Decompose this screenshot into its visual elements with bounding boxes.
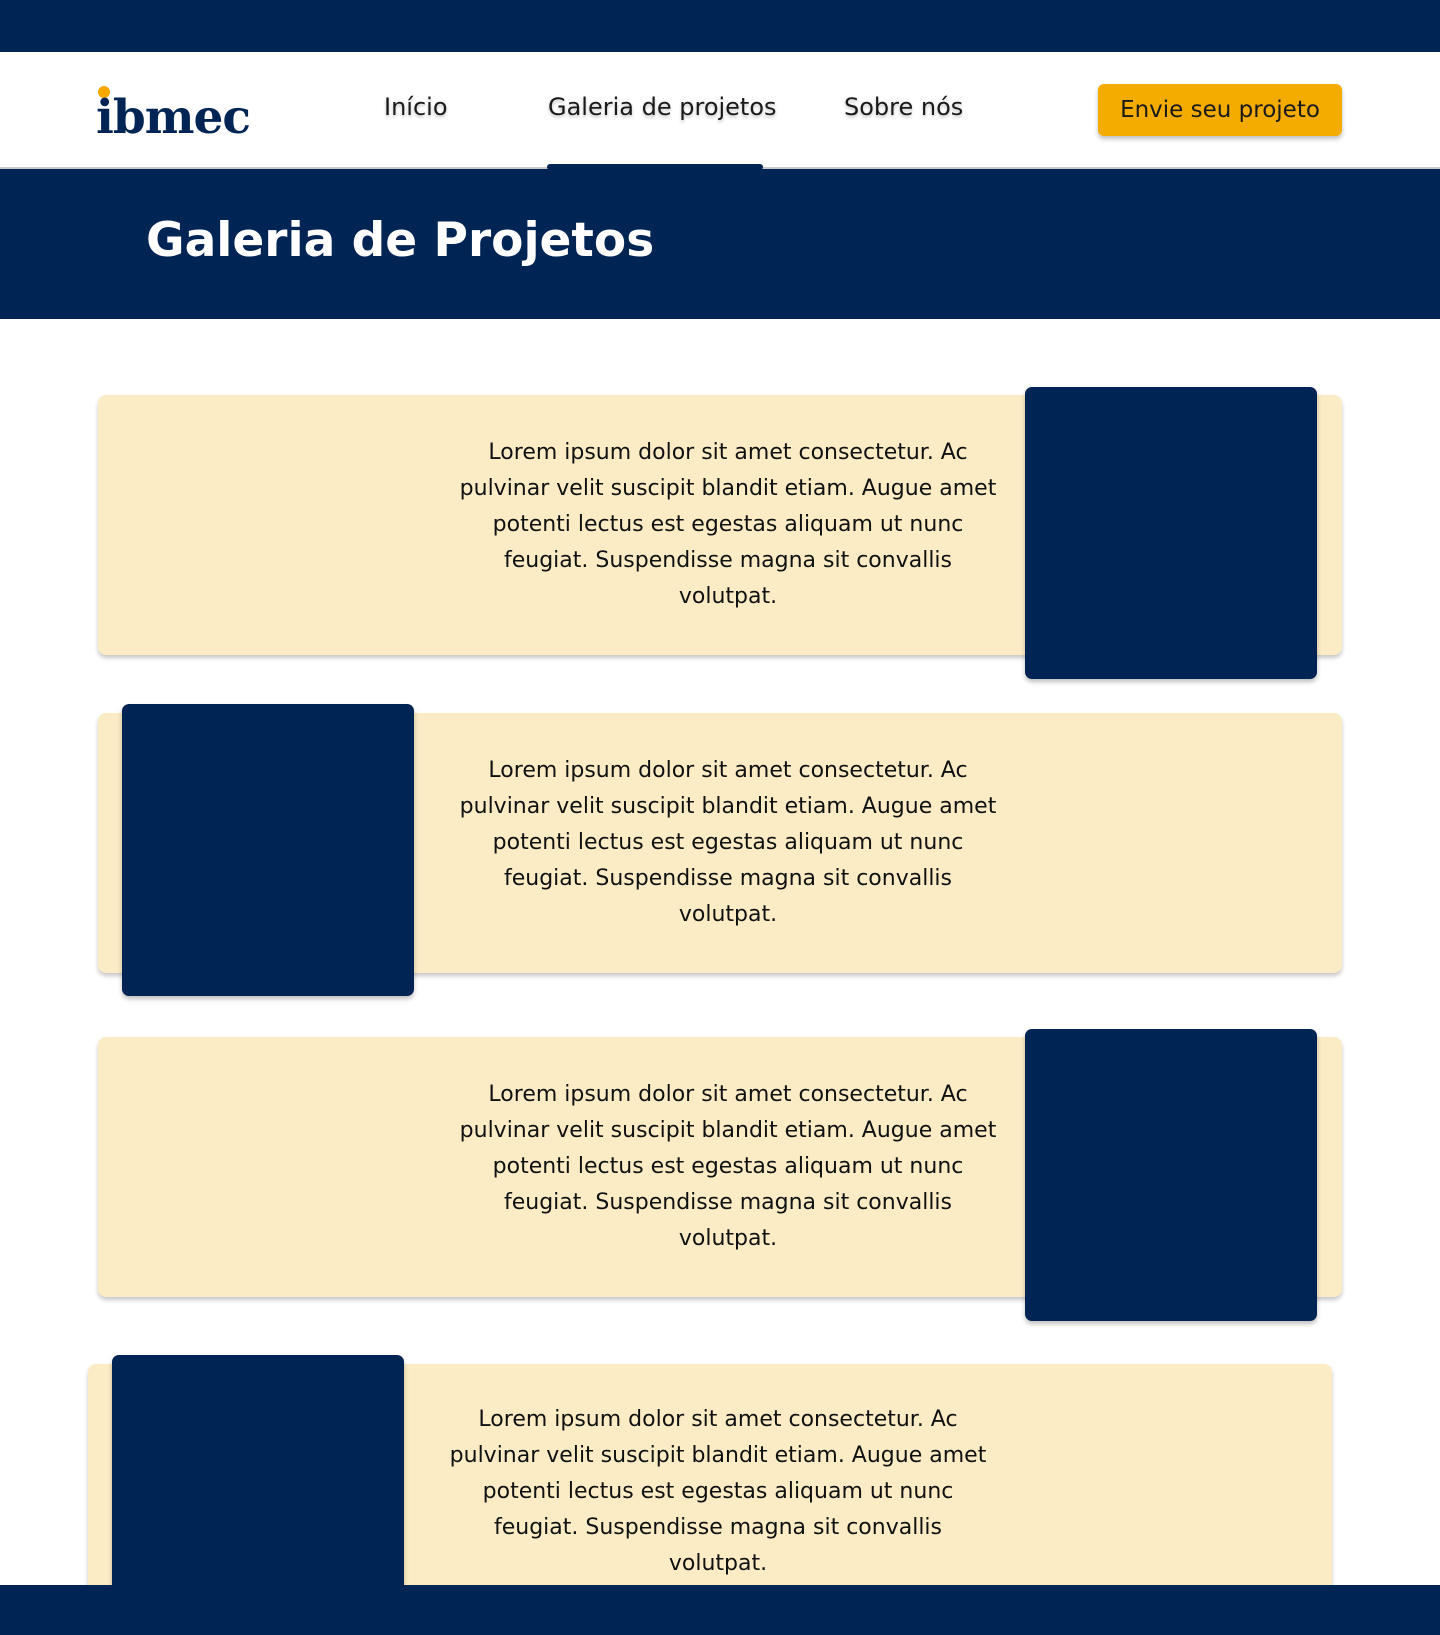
ibmec-logo[interactable]: ibmec [96, 82, 256, 145]
project-image[interactable] [122, 704, 414, 996]
page-title: Galeria de Projetos [146, 213, 655, 268]
nav-link-sobre[interactable]: Sobre nós [844, 92, 963, 122]
nav-link-inicio[interactable]: Início [384, 92, 448, 122]
top-bar [0, 0, 1440, 52]
hero-banner: Galeria de Projetos [0, 169, 1440, 319]
project-description: Lorem ipsum dolor sit amet consectetur. … [459, 758, 997, 927]
project-description: Lorem ipsum dolor sit amet consectetur. … [459, 440, 997, 609]
project-image[interactable] [1025, 387, 1317, 679]
project-image[interactable] [1025, 1029, 1317, 1321]
footer-bar [0, 1585, 1440, 1635]
logo-text: ibmec [96, 90, 251, 145]
project-image[interactable] [112, 1355, 404, 1605]
navbar: ibmec Início Galeria de projetos Sobre n… [0, 52, 1440, 170]
nav-link-galeria[interactable]: Galeria de projetos [548, 92, 777, 122]
project-description: Lorem ipsum dolor sit amet consectetur. … [449, 1407, 987, 1576]
project-description: Lorem ipsum dolor sit amet consectetur. … [459, 1082, 997, 1251]
submit-project-button[interactable]: Envie seu projeto [1098, 84, 1342, 136]
